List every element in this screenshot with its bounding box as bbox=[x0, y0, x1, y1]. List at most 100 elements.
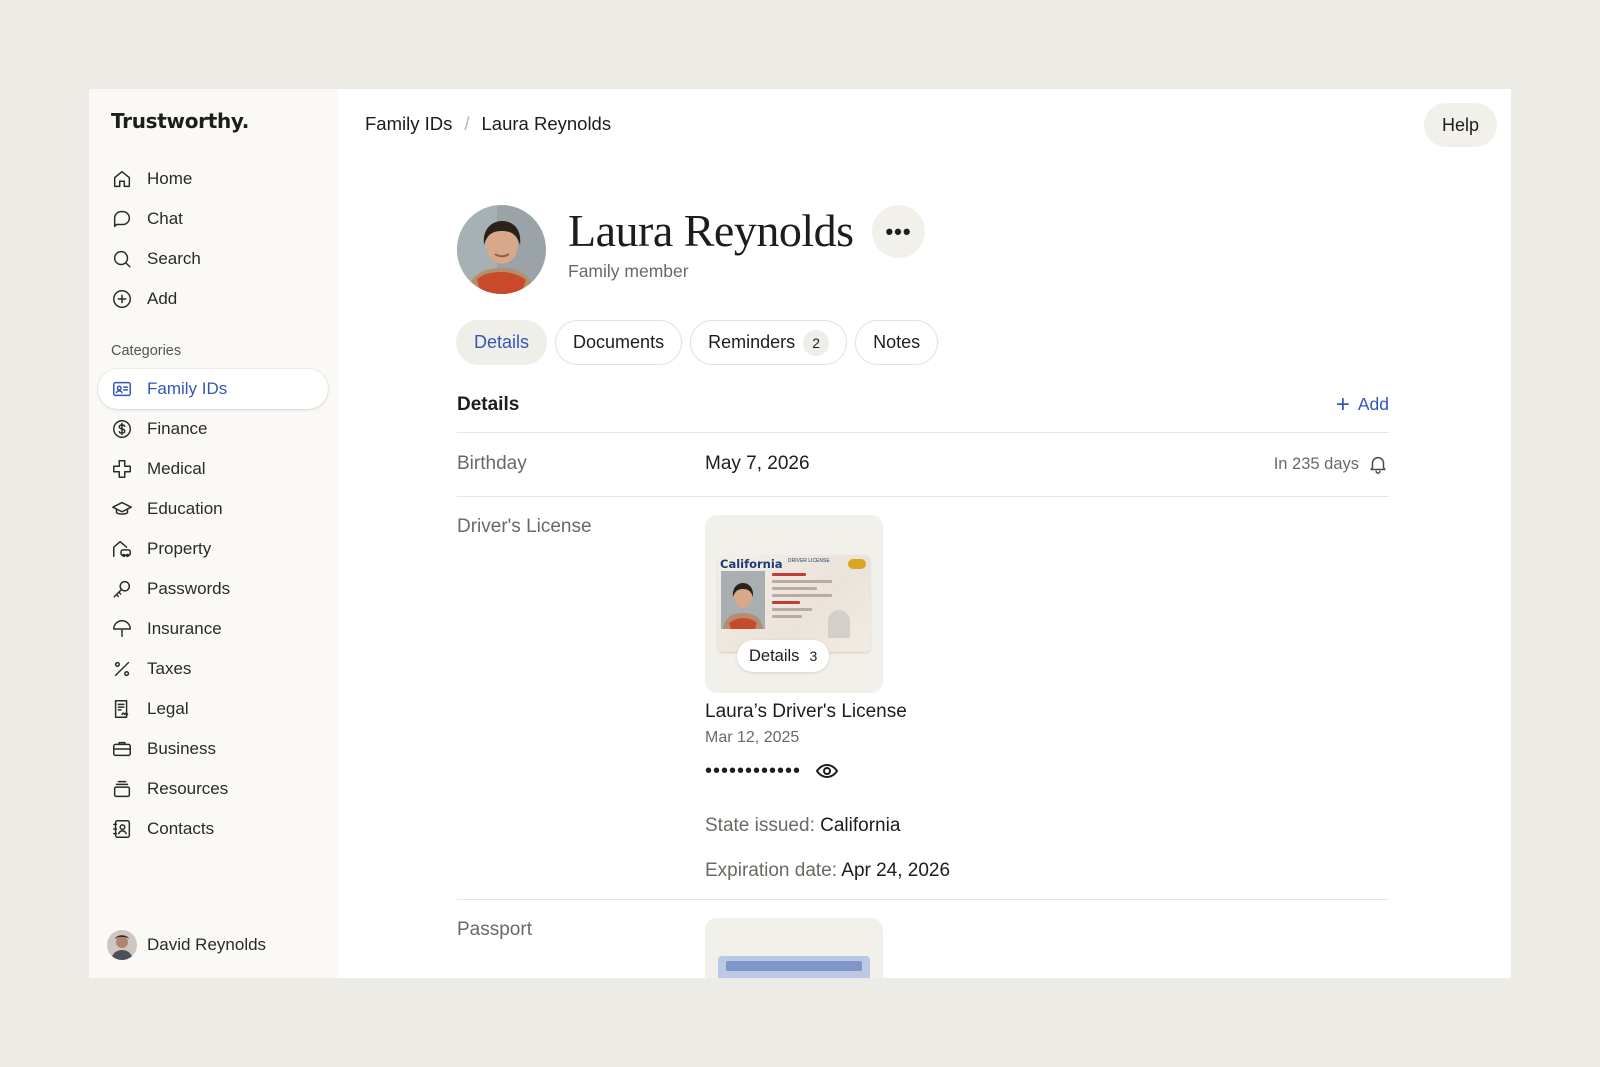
drivers-license-row: Driver's License California DRIVER LICEN… bbox=[457, 497, 1389, 900]
passport-card-image bbox=[718, 956, 870, 978]
sidebar-item-label: Education bbox=[147, 499, 223, 518]
sidebar-item-label: Insurance bbox=[147, 619, 222, 638]
medical-cross-icon bbox=[111, 458, 133, 480]
document-date: Mar 12, 2025 bbox=[705, 729, 800, 746]
graduation-cap-icon bbox=[111, 498, 133, 520]
sidebar-item-passwords[interactable]: Passwords bbox=[98, 569, 328, 609]
card-photo bbox=[721, 571, 765, 629]
current-user[interactable]: David Reynolds bbox=[107, 930, 266, 960]
sidebar-item-resources[interactable]: Resources bbox=[98, 769, 328, 809]
sidebar-item-business[interactable]: Business bbox=[98, 729, 328, 769]
sidebar-item-medical[interactable]: Medical bbox=[98, 449, 328, 489]
expiration-date-field: Expiration date: Apr 24, 2026 bbox=[705, 860, 950, 882]
user-name: David Reynolds bbox=[147, 935, 267, 954]
more-options-button[interactable]: ••• bbox=[872, 205, 925, 258]
reminders-count-badge: 2 bbox=[803, 329, 830, 356]
passport-row: Passport bbox=[457, 900, 1389, 978]
card-state-text: California bbox=[720, 557, 783, 571]
add-label: Add bbox=[1357, 394, 1389, 414]
plus-icon: + bbox=[1335, 390, 1350, 418]
masked-value: •••••••••••• bbox=[705, 759, 802, 782]
eye-icon[interactable] bbox=[815, 759, 839, 783]
umbrella-icon bbox=[111, 618, 133, 640]
breadcrumb-current: Laura Reynolds bbox=[481, 113, 612, 134]
main-content: Family IDs / Laura Reynolds Help Laura R… bbox=[338, 89, 1511, 978]
nav-item-add[interactable]: Add bbox=[98, 279, 328, 319]
field-label: Expiration date: bbox=[705, 860, 838, 881]
nav-item-label: Chat bbox=[147, 209, 183, 228]
contact-book-icon bbox=[111, 818, 133, 840]
sidebar: Trustworthy. Home Chat Search Add Catego… bbox=[89, 89, 338, 978]
sidebar-item-finance[interactable]: Finance bbox=[98, 409, 328, 449]
section-title: Details bbox=[457, 393, 520, 415]
license-details-pill[interactable]: Details 3 bbox=[737, 640, 830, 672]
pill-label: Details bbox=[749, 646, 800, 665]
field-label: Birthday bbox=[457, 453, 527, 474]
field-value: California bbox=[820, 815, 901, 836]
sidebar-item-taxes[interactable]: Taxes bbox=[98, 649, 328, 689]
profile-name-block: Laura Reynolds Family member bbox=[568, 205, 854, 294]
brand-logo[interactable]: Trustworthy. bbox=[111, 109, 249, 133]
passport-thumbnail[interactable] bbox=[705, 918, 883, 978]
masked-license-number: •••••••••••• bbox=[705, 759, 839, 783]
plus-circle-icon bbox=[111, 288, 133, 310]
sidebar-item-contacts[interactable]: Contacts bbox=[98, 809, 328, 849]
profile-role: Family member bbox=[568, 261, 689, 281]
help-button[interactable]: Help bbox=[1423, 103, 1497, 147]
sidebar-item-insurance[interactable]: Insurance bbox=[98, 609, 328, 649]
field-value: Apr 24, 2026 bbox=[841, 860, 951, 881]
license-thumbnail[interactable]: California DRIVER LICENSE Details 3 bbox=[705, 515, 883, 693]
search-icon bbox=[111, 248, 133, 270]
avatar bbox=[107, 930, 137, 960]
chat-icon bbox=[111, 208, 133, 230]
field-label: Passport bbox=[457, 919, 532, 940]
reminder-text: In 235 days bbox=[1273, 454, 1359, 473]
birthday-row: Birthday May 7, 2026 In 235 days bbox=[457, 434, 1389, 497]
sidebar-item-label: Family IDs bbox=[147, 379, 228, 398]
house-car-icon bbox=[111, 538, 133, 560]
sidebar-item-label: Finance bbox=[147, 419, 208, 438]
birthday-value: May 7, 2026 bbox=[705, 453, 810, 474]
nav-item-search[interactable]: Search bbox=[98, 239, 328, 279]
state-issued-field: State issued: California bbox=[705, 815, 900, 837]
card-ghost-photo bbox=[828, 610, 850, 638]
sidebar-item-label: Taxes bbox=[147, 659, 192, 678]
document-title[interactable]: Laura’s Driver's License bbox=[705, 701, 907, 723]
add-detail-button[interactable]: + Add bbox=[1335, 390, 1389, 418]
bear-emblem-icon bbox=[848, 559, 866, 569]
card-text-lines bbox=[772, 573, 832, 622]
sidebar-item-legal[interactable]: Legal bbox=[98, 689, 328, 729]
pill-count: 3 bbox=[809, 648, 818, 664]
sidebar-item-label: Passwords bbox=[147, 579, 231, 598]
profile-tabs: Details Documents Reminders 2 Notes bbox=[456, 320, 939, 365]
nav-item-home[interactable]: Home bbox=[98, 159, 328, 199]
nav-item-label: Add bbox=[147, 289, 178, 308]
percent-icon bbox=[111, 658, 133, 680]
tab-notes[interactable]: Notes bbox=[855, 320, 939, 365]
tab-label: Documents bbox=[573, 332, 665, 352]
home-icon bbox=[111, 168, 133, 190]
sidebar-item-label: Legal bbox=[147, 699, 189, 718]
sidebar-item-education[interactable]: Education bbox=[98, 489, 328, 529]
breadcrumb-separator: / bbox=[464, 113, 470, 134]
tab-details[interactable]: Details bbox=[456, 320, 548, 365]
categories-heading: Categories bbox=[111, 343, 182, 359]
sidebar-item-label: Contacts bbox=[147, 819, 215, 838]
avatar bbox=[457, 205, 546, 294]
dollar-icon bbox=[111, 418, 133, 440]
nav-item-label: Home bbox=[147, 169, 193, 188]
tab-documents[interactable]: Documents bbox=[555, 320, 683, 365]
breadcrumb: Family IDs / Laura Reynolds bbox=[365, 113, 611, 135]
sidebar-item-property[interactable]: Property bbox=[98, 529, 328, 569]
stack-icon bbox=[111, 778, 133, 800]
sidebar-item-label: Business bbox=[147, 739, 216, 758]
id-card-icon bbox=[111, 378, 133, 400]
tab-label: Details bbox=[474, 332, 530, 352]
birthday-reminder[interactable]: In 235 days bbox=[1274, 453, 1389, 475]
nav-item-chat[interactable]: Chat bbox=[98, 199, 328, 239]
sidebar-item-family-ids[interactable]: Family IDs bbox=[98, 369, 328, 409]
tab-reminders[interactable]: Reminders 2 bbox=[690, 320, 848, 365]
breadcrumb-parent[interactable]: Family IDs bbox=[365, 113, 452, 135]
bell-icon bbox=[1370, 456, 1386, 474]
primary-nav: Home Chat Search Add bbox=[98, 159, 328, 319]
